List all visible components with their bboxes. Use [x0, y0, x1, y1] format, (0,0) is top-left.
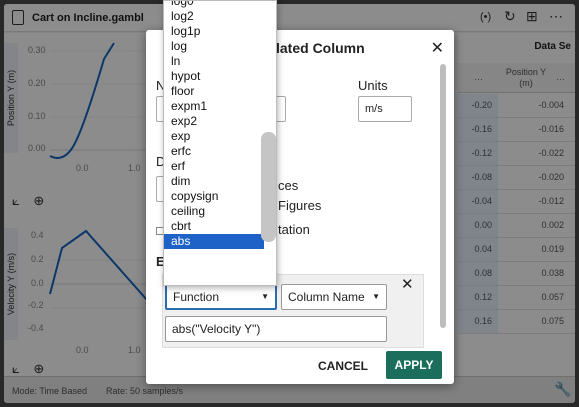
apply-button[interactable]: APPLY — [386, 351, 442, 379]
dropdown-option[interactable]: ceiling — [164, 204, 264, 219]
dropdown-option[interactable]: hypot — [164, 69, 264, 84]
caret-down-icon: ▼ — [372, 292, 380, 301]
function-select-value: Function — [173, 290, 220, 304]
dropdown-option[interactable]: floor — [164, 84, 264, 99]
remove-term-icon[interactable]: ✕ — [401, 275, 414, 293]
units-field[interactable]: m/s — [358, 96, 412, 122]
dropdown-option[interactable]: erfc — [164, 144, 264, 159]
significant-figures-option[interactable]: Figures — [278, 198, 321, 213]
dropdown-option[interactable]: log0 — [164, 1, 264, 9]
cancel-button[interactable]: CANCEL — [318, 354, 368, 378]
dropdown-scrollbar[interactable] — [261, 132, 276, 242]
scientific-notation-label: tation — [278, 222, 310, 237]
dropdown-option[interactable]: copysign — [164, 189, 264, 204]
function-dropdown-list: log0 log2 log1p log ln hypot floor expm1… — [163, 0, 277, 286]
dropdown-option[interactable]: exp2 — [164, 114, 264, 129]
decimal-places-option[interactable]: ces — [278, 178, 298, 193]
dropdown-option[interactable]: erf — [164, 159, 264, 174]
column-name-select[interactable]: Column Name ▼ — [281, 284, 387, 310]
dropdown-option[interactable]: log1p — [164, 24, 264, 39]
close-icon[interactable]: ✕ — [431, 38, 444, 58]
dropdown-option[interactable]: cbrt — [164, 219, 264, 234]
dropdown-option[interactable]: dim — [164, 174, 264, 189]
dialog-footer: CANCEL APPLY — [146, 348, 454, 384]
dialog-title: lated Column — [276, 40, 365, 56]
units-label: Units — [358, 78, 388, 93]
function-select[interactable]: Function ▼ — [165, 284, 277, 310]
column-select-value: Column Name — [288, 290, 365, 304]
expression-value: abs("Velocity Y") — [172, 322, 261, 336]
dropdown-option[interactable]: expm1 — [164, 99, 264, 114]
caret-down-icon: ▼ — [261, 292, 269, 301]
dropdown-option[interactable]: log — [164, 39, 264, 54]
expression-field[interactable]: abs("Velocity Y") — [165, 316, 387, 342]
dropdown-option-selected[interactable]: abs — [164, 234, 264, 249]
dropdown-option[interactable]: ln — [164, 54, 264, 69]
dropdown-option[interactable]: log2 — [164, 9, 264, 24]
dropdown-option[interactable]: exp — [164, 129, 264, 144]
dialog-scrollbar[interactable] — [440, 64, 446, 328]
